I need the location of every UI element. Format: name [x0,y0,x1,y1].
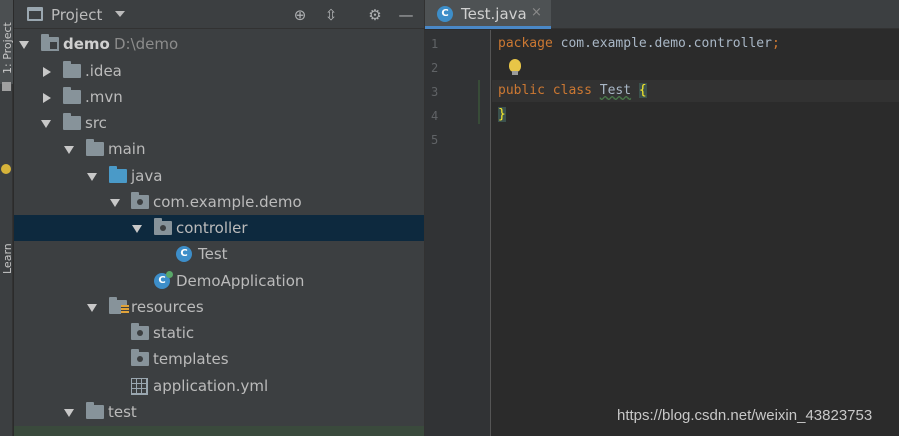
package-icon [154,218,172,235]
expand-arrow-icon[interactable] [87,304,97,312]
tree-node-controller[interactable]: controller [14,215,424,241]
expand-arrow-icon[interactable] [110,199,120,207]
project-tool-tab[interactable]: 1: Project [0,0,14,84]
tree-node-demo-application[interactable]: C DemoApplication [14,268,424,294]
folder-icon [63,61,81,78]
chevron-down-icon[interactable] [115,11,125,17]
minimize-icon[interactable]: — [396,5,416,25]
watermark: https://blog.csdn.net/weixin_43823753 [617,407,873,424]
package-icon [131,192,149,209]
expand-arrow-icon[interactable] [64,146,74,154]
folder-icon [86,402,104,419]
gear-icon[interactable]: ⚙ [365,5,385,25]
resources-folder-icon [109,297,129,314]
tree-node-label: demo [63,35,110,53]
line-number: 3 [431,85,439,99]
expand-arrow-icon[interactable] [41,120,51,128]
tool-window-strip: 1: Project Learn [0,0,14,436]
expand-arrow-icon[interactable] [64,409,74,417]
folder-icon [63,113,81,130]
tree-node-label: controller [176,219,248,237]
project-window-icon [27,7,43,21]
tree-node-static[interactable]: static [14,320,424,346]
tree-node-templates[interactable]: templates [14,346,424,372]
expand-arrow-icon[interactable] [87,173,97,181]
line-number: 5 [431,133,439,147]
project-path: D:\demo [114,35,179,53]
line-number: 2 [431,61,439,75]
project-panel: Project ⊕ ⇳ ⚙ — demo D:\demo .idea .mvn … [14,0,424,436]
close-icon[interactable]: × [531,5,542,20]
tab-test-java[interactable]: C Test.java × [425,0,551,29]
change-marker [478,80,480,124]
package-icon [131,323,149,340]
tree-node-java[interactable]: java [14,163,424,189]
collapsed-arrow-icon[interactable] [43,93,51,103]
line-number: 1 [431,37,439,51]
tree-node-src[interactable]: src [14,110,424,136]
tree-node-idea[interactable]: .idea [14,58,424,84]
tree-node-label: .idea [85,62,122,80]
code-line-3: public class Test { [498,83,647,98]
tree-node-mvn[interactable]: .mvn [14,84,424,110]
tree-node-label: static [153,324,195,342]
learn-bulb-icon [1,164,11,174]
tree-node-label: templates [153,350,229,368]
java-class-icon: C [176,246,192,262]
runnable-class-icon: C [154,271,173,289]
tree-node-main[interactable]: main [14,136,424,162]
tree-node-test[interactable]: test [14,399,424,425]
yml-file-icon [131,378,148,395]
tree-node-label: resources [131,298,204,316]
line-number: 4 [431,109,439,123]
expand-arrow-icon[interactable] [132,225,142,233]
editor-gutter: 1 2 3 4 5 [424,30,491,436]
code-editor[interactable]: package com.example.demo.controller; pub… [492,30,899,436]
tree-node-demo[interactable]: demo D:\demo [14,31,424,57]
tree-node-label: .mvn [85,88,123,106]
package-icon [131,349,149,366]
tree-node-label: test [108,403,137,421]
editor-tab-bar: C Test.java × [424,0,899,29]
tree-node-label: java [131,167,163,185]
tree-node-label: main [108,140,146,158]
tree-node-label: src [85,114,107,132]
project-panel-header: Project ⊕ ⇳ ⚙ — [14,0,424,29]
source-folder-icon [109,166,127,183]
tree-node-com-example-demo[interactable]: com.example.demo [14,189,424,215]
tree-node-application-yml[interactable]: application.yml [14,373,424,399]
tree-node-label: com.example.demo [153,193,302,211]
tree-node-resources[interactable]: resources [14,294,424,320]
learn-tool-tab-label: Learn [1,243,14,274]
tree-row-partial [14,426,424,436]
java-class-icon: C [437,6,453,22]
strip-folder-icon [2,82,11,91]
collapsed-arrow-icon[interactable] [43,67,51,77]
tree-node-label: DemoApplication [176,272,305,290]
locate-icon[interactable]: ⊕ [290,5,310,25]
project-view-selector[interactable]: Project [51,6,102,24]
code-line-4: } [498,107,506,122]
tree-node-label: application.yml [153,377,269,395]
folder-icon [63,87,81,104]
project-tool-tab-label: 1: Project [1,22,14,74]
tree-node-label: Test [198,245,228,263]
collapse-all-icon[interactable]: ⇳ [321,5,341,25]
project-folder-icon [41,34,59,51]
tab-label: Test.java [461,5,527,23]
intention-bulb-icon[interactable] [509,59,521,75]
code-line-1: package com.example.demo.controller; [498,36,780,51]
folder-icon [86,139,104,156]
learn-tool-tab[interactable]: Learn [0,118,14,274]
expand-arrow-icon[interactable] [19,41,29,49]
tree-node-test-class[interactable]: C Test [14,241,424,267]
